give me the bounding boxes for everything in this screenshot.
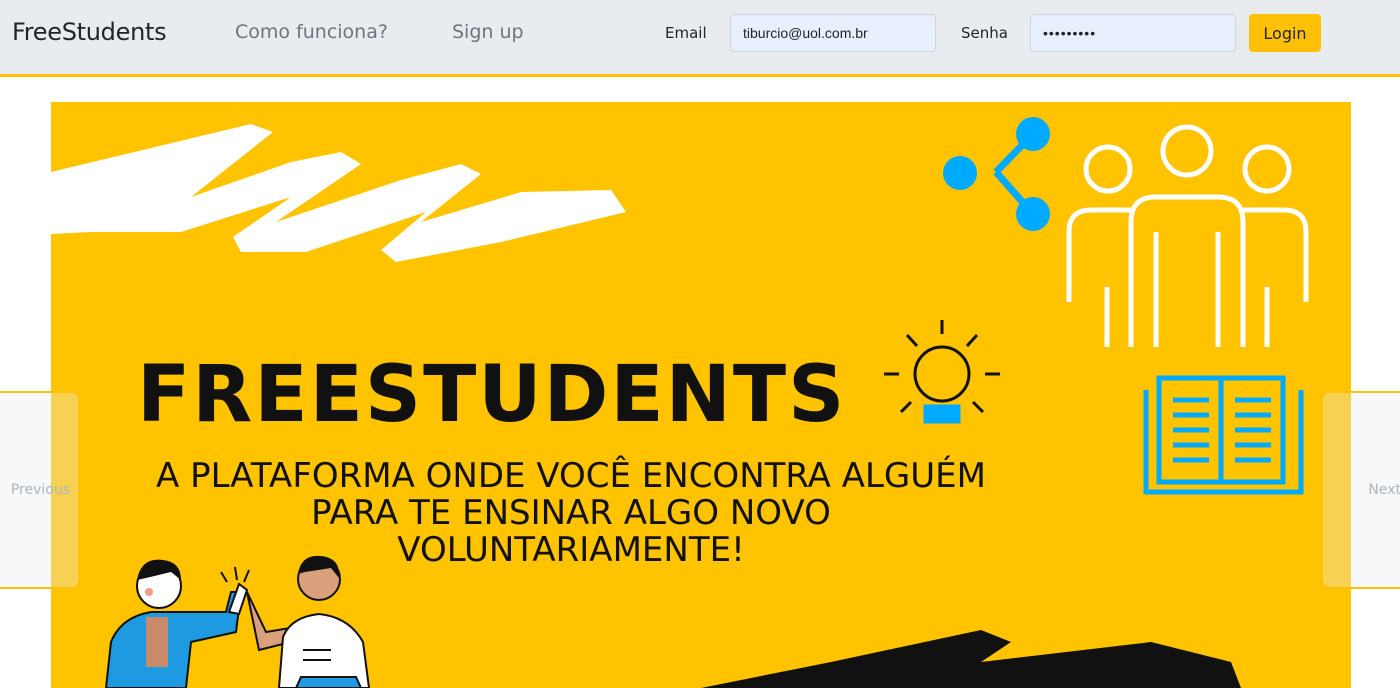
group-icon — [1066, 124, 1309, 347]
senha-input[interactable] — [1030, 14, 1236, 52]
brand-logo[interactable]: FreeStudents — [12, 18, 167, 46]
hero-title: FREESTUDENTS — [137, 350, 847, 440]
email-input[interactable] — [730, 14, 936, 52]
login-button[interactable]: Login — [1249, 14, 1321, 52]
hero-subtitle-line: PARA TE ENSINAR ALGO NOVO — [311, 493, 831, 533]
carousel-slide: FREESTUDENTS A PLATAFORMA ONDE VOCÊ ENCO… — [51, 102, 1351, 688]
navbar: FreeStudents Como funciona? Sign up Emai… — [0, 0, 1400, 77]
hero-subtitle: A PLATAFORMA ONDE VOCÊ ENCONTRA ALGUÉM P… — [111, 458, 1031, 569]
black-brush-stroke — [701, 630, 1241, 688]
carousel-prev-button[interactable]: Previous — [0, 391, 80, 589]
carousel-prev-label: Previous — [10, 482, 70, 498]
lightbulb-icon — [884, 320, 1000, 424]
carousel: FREESTUDENTS A PLATAFORMA ONDE VOCÊ ENCO… — [0, 80, 1400, 688]
open-book-icon — [1143, 375, 1304, 495]
nav-link-como-funciona[interactable]: Como funciona? — [235, 21, 388, 43]
white-brush-stroke — [51, 124, 626, 262]
hero-subtitle-line: VOLUNTARIAMENTE! — [397, 530, 745, 570]
hero-subtitle-line: A PLATAFORMA ONDE VOCÊ ENCONTRA ALGUÉM — [156, 456, 986, 496]
senha-label: Senha — [961, 24, 1008, 42]
high-five-illustration — [104, 555, 371, 688]
carousel-next-button[interactable]: Next — [1321, 391, 1400, 589]
email-label: Email — [665, 24, 707, 42]
nav-link-sign-up[interactable]: Sign up — [452, 21, 524, 43]
carousel-next-label: Next — [1368, 482, 1400, 498]
share-icon — [943, 117, 1050, 231]
